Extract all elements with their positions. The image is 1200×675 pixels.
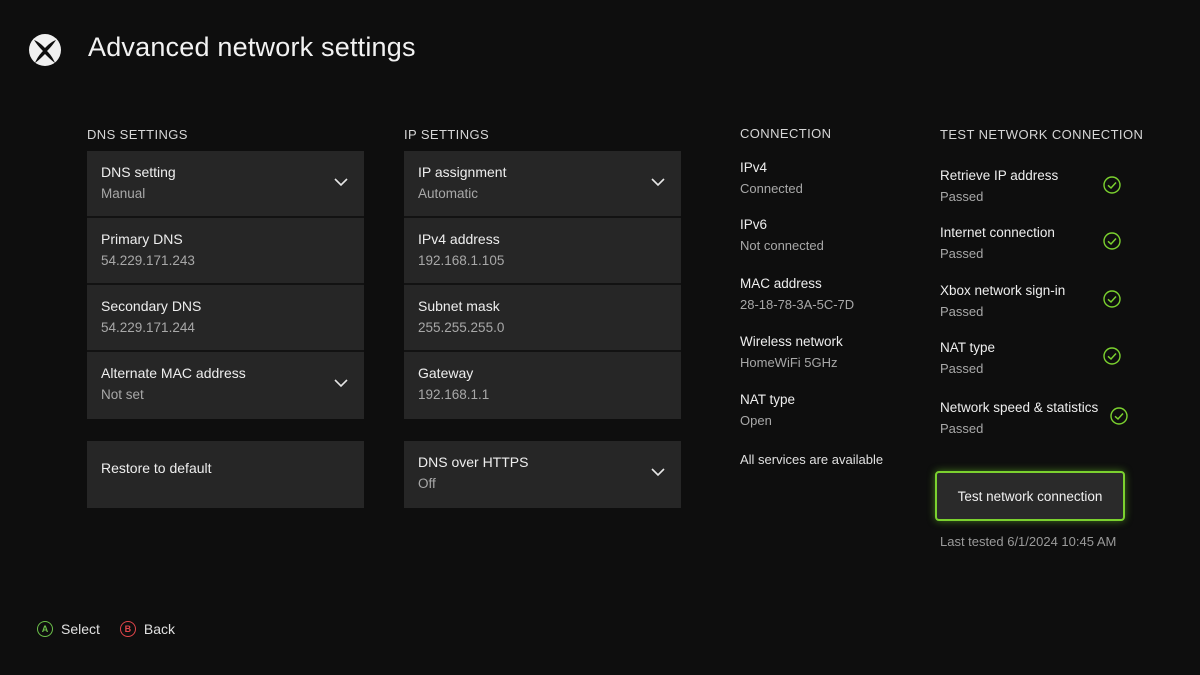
check-circle-icon bbox=[1103, 290, 1121, 308]
ipv4-address-field[interactable]: IPv4 address 192.168.1.105 bbox=[404, 218, 681, 285]
ip-settings-panel: IP assignment Automatic IPv4 address 192… bbox=[404, 151, 681, 419]
doh-panel: DNS over HTTPS Off bbox=[404, 441, 681, 508]
row-value: Off bbox=[418, 476, 436, 491]
test-label: NAT type bbox=[940, 340, 996, 355]
dns-settings-heading: DNS SETTINGS bbox=[87, 127, 188, 142]
page-title: Advanced network settings bbox=[88, 32, 416, 62]
ip-settings-heading: IP SETTINGS bbox=[404, 127, 490, 142]
conn-value: Not connected bbox=[740, 238, 824, 253]
subnet-mask-field[interactable]: Subnet mask 255.255.255.0 bbox=[404, 285, 681, 352]
test-nat-type: NAT type Passed bbox=[940, 340, 1130, 376]
row-title: Subnet mask bbox=[418, 298, 500, 314]
conn-value: HomeWiFi 5GHz bbox=[740, 355, 838, 370]
restore-default-button[interactable]: Restore to default bbox=[87, 441, 364, 508]
row-value: Manual bbox=[101, 186, 146, 201]
conn-label: NAT type bbox=[740, 392, 796, 407]
test-label: Retrieve IP address bbox=[940, 168, 1059, 183]
row-value: 54.229.171.244 bbox=[101, 320, 195, 335]
check-circle-icon bbox=[1103, 347, 1121, 365]
primary-dns-field[interactable]: Primary DNS 54.229.171.243 bbox=[87, 218, 364, 285]
test-value: Passed bbox=[940, 304, 984, 319]
chevron-down-icon bbox=[334, 379, 348, 388]
test-retrieve-ip: Retrieve IP address Passed bbox=[940, 168, 1130, 204]
row-title: Primary DNS bbox=[101, 231, 183, 247]
check-circle-icon bbox=[1103, 176, 1121, 194]
dns-over-https-dropdown[interactable]: DNS over HTTPS Off bbox=[404, 441, 681, 508]
row-title: DNS setting bbox=[101, 164, 176, 180]
test-internet-connection: Internet connection Passed bbox=[940, 225, 1130, 261]
connection-mac-address: MAC address 28-18-78-3A-5C-7D bbox=[740, 276, 854, 312]
gateway-field[interactable]: Gateway 192.168.1.1 bbox=[404, 352, 681, 419]
test-connection-heading: TEST NETWORK CONNECTION bbox=[940, 127, 1144, 142]
connection-ipv4: IPv4 Connected bbox=[740, 160, 803, 196]
conn-label: MAC address bbox=[740, 276, 822, 291]
dns-setting-dropdown[interactable]: DNS setting Manual bbox=[87, 151, 364, 218]
restore-panel: Restore to default bbox=[87, 441, 364, 508]
ip-assignment-dropdown[interactable]: IP assignment Automatic bbox=[404, 151, 681, 218]
secondary-dns-field[interactable]: Secondary DNS 54.229.171.244 bbox=[87, 285, 364, 352]
test-value: Passed bbox=[940, 189, 984, 204]
test-label: Network speed & statistics bbox=[940, 400, 1099, 415]
dns-settings-panel: DNS setting Manual Primary DNS 54.229.17… bbox=[87, 151, 364, 419]
conn-value: 28-18-78-3A-5C-7D bbox=[740, 297, 855, 312]
connection-nat-type: NAT type Open bbox=[740, 392, 795, 428]
row-title: Gateway bbox=[418, 365, 474, 381]
test-value: Passed bbox=[940, 246, 984, 261]
row-value: 192.168.1.105 bbox=[418, 253, 505, 268]
chevron-down-icon bbox=[651, 178, 665, 187]
row-title: Alternate MAC address bbox=[101, 365, 246, 381]
last-tested-timestamp: Last tested 6/1/2024 10:45 AM bbox=[940, 534, 1117, 549]
row-value: Not set bbox=[101, 387, 144, 402]
test-label: Internet connection bbox=[940, 225, 1055, 240]
conn-label: Wireless network bbox=[740, 334, 843, 349]
test-label: Xbox network sign-in bbox=[940, 283, 1066, 298]
conn-label: IPv4 bbox=[740, 160, 768, 175]
test-value: Passed bbox=[940, 421, 984, 436]
b-button-icon: B bbox=[119, 621, 136, 637]
check-circle-icon bbox=[1103, 232, 1121, 250]
chevron-down-icon bbox=[651, 468, 665, 477]
row-value: Automatic bbox=[418, 186, 479, 201]
row-title: Secondary DNS bbox=[101, 298, 202, 314]
connection-heading: CONNECTION bbox=[740, 126, 832, 141]
row-title: Restore to default bbox=[101, 460, 212, 476]
row-title: IPv4 address bbox=[418, 231, 500, 247]
select-hint-label[interactable]: Select bbox=[61, 621, 100, 637]
chevron-down-icon bbox=[334, 178, 348, 187]
connection-ipv6: IPv6 Not connected bbox=[740, 217, 824, 253]
test-value: Passed bbox=[940, 361, 984, 376]
back-hint-label[interactable]: Back bbox=[144, 621, 175, 637]
test-network-speed: Network speed & statistics Passed bbox=[940, 400, 1130, 436]
test-xbox-sign-in: Xbox network sign-in Passed bbox=[940, 283, 1130, 319]
conn-value: Open bbox=[740, 413, 772, 428]
conn-label: IPv6 bbox=[740, 217, 768, 232]
row-title: IP assignment bbox=[418, 164, 507, 180]
conn-value: Connected bbox=[740, 181, 803, 196]
a-button-icon: A bbox=[37, 621, 53, 637]
check-circle-icon bbox=[1110, 407, 1128, 425]
test-network-connection-button[interactable]: Test network connection bbox=[935, 471, 1125, 521]
services-status: All services are available bbox=[740, 452, 884, 467]
alternate-mac-dropdown[interactable]: Alternate MAC address Not set bbox=[87, 352, 364, 419]
xbox-logo-icon bbox=[29, 34, 61, 66]
controller-hints: A Select B Back bbox=[37, 621, 175, 637]
row-value: 255.255.255.0 bbox=[418, 320, 505, 335]
row-value: 54.229.171.243 bbox=[101, 253, 195, 268]
row-value: 192.168.1.1 bbox=[418, 387, 490, 402]
row-title: DNS over HTTPS bbox=[418, 454, 529, 470]
connection-wireless-network: Wireless network HomeWiFi 5GHz bbox=[740, 334, 843, 370]
